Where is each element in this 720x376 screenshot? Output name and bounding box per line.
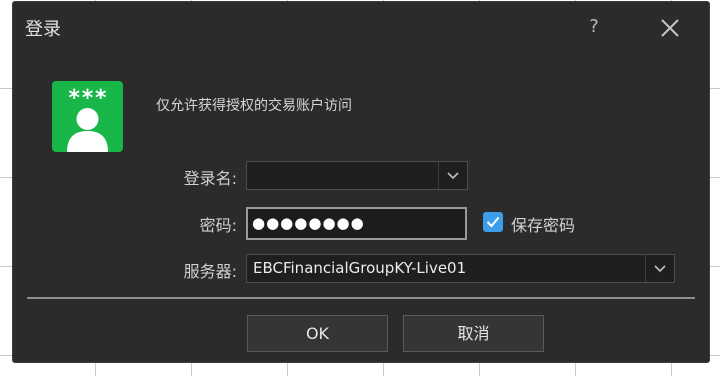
user-icon: *** [52,81,123,152]
chevron-down-icon [654,264,666,272]
divider [27,297,695,299]
login-dropdown-button[interactable] [438,162,467,189]
dialog-titlebar: 登录 ? [13,2,709,54]
ok-button[interactable]: OK [247,315,388,352]
server-dropdown-button[interactable] [645,255,674,282]
save-password-checkbox[interactable] [483,212,503,232]
chevron-down-icon [447,171,459,179]
cancel-button[interactable]: 取消 [403,315,544,352]
login-dialog: 登录 ? *** 仅允许获得授权的交易账户访问 登录名: 密码: ●●●●●●●… [12,1,710,363]
close-button[interactable] [655,14,685,42]
dialog-title: 登录 [25,19,61,40]
save-password-label[interactable]: 保存密码 [511,212,575,236]
server-value: EBCFinancialGroupKY-Live01 [253,259,467,277]
close-icon [661,19,679,37]
check-icon [486,216,500,228]
password-label: 密码: [199,216,237,235]
login-combobox[interactable] [246,161,468,190]
icon-stars: *** [68,86,108,111]
login-label: 登录名: [183,169,237,188]
password-input[interactable]: ●●●●●●●● [246,207,467,240]
server-combobox[interactable]: EBCFinancialGroupKY-Live01 [246,254,675,283]
access-notice: 仅允许获得授权的交易账户访问 [156,98,352,114]
server-label: 服务器: [183,262,237,281]
help-button[interactable]: ? [583,14,605,40]
